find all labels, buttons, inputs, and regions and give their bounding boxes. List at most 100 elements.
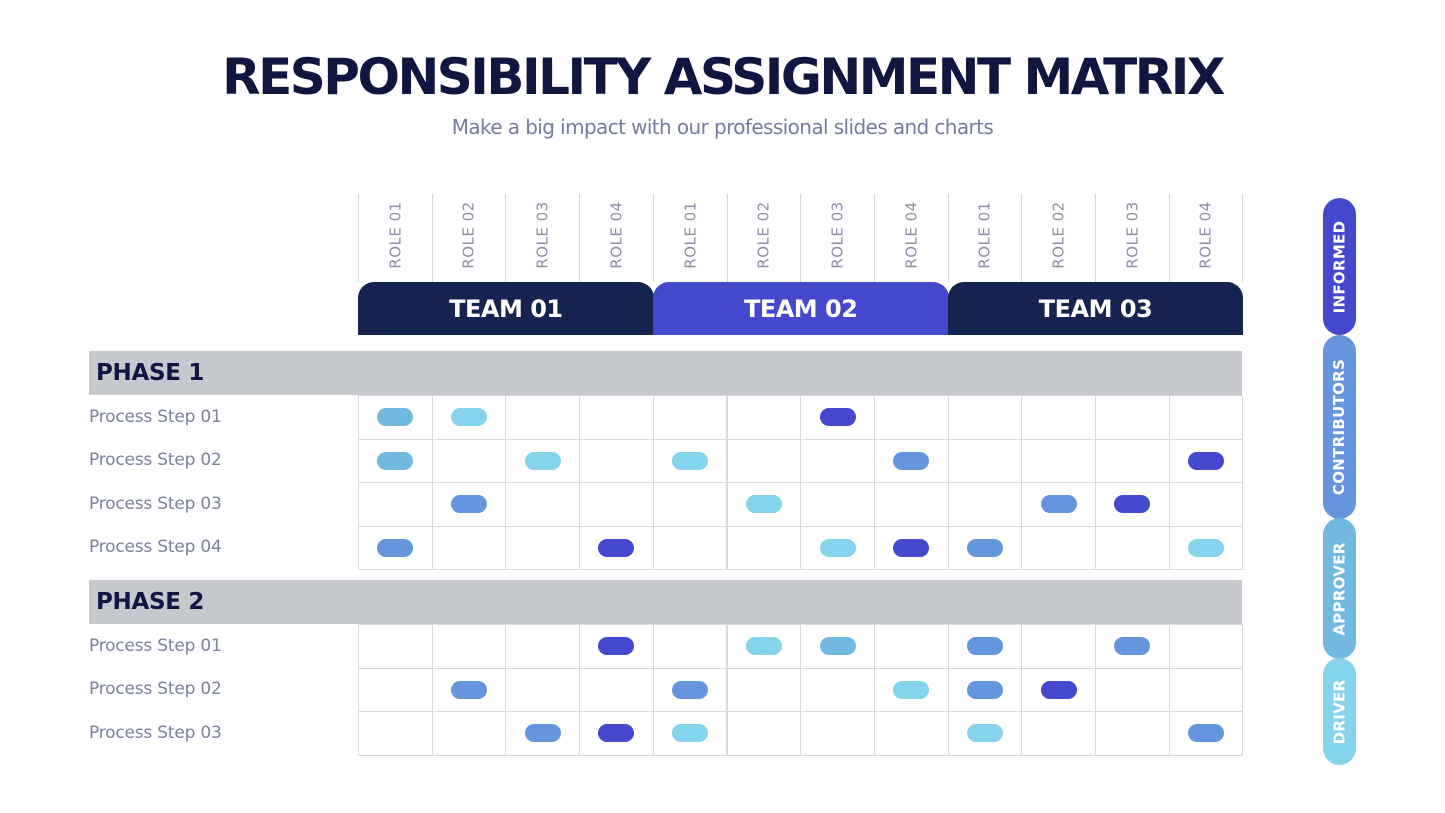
matrix-cell[interactable] bbox=[652, 395, 728, 440]
matrix-cell[interactable] bbox=[873, 711, 949, 756]
matrix-cell[interactable] bbox=[1168, 667, 1244, 712]
matrix-cell[interactable] bbox=[431, 395, 507, 440]
matrix-cell[interactable] bbox=[873, 438, 949, 483]
matrix-cell[interactable] bbox=[1168, 395, 1244, 440]
matrix-cell[interactable] bbox=[579, 438, 654, 483]
matrix-cell[interactable] bbox=[652, 711, 728, 756]
matrix-cell[interactable] bbox=[358, 667, 433, 712]
matrix-cell[interactable] bbox=[947, 525, 1023, 570]
matrix-cell[interactable] bbox=[358, 711, 433, 756]
team-header-1: TEAM 01 bbox=[358, 282, 654, 335]
matrix-cell[interactable] bbox=[579, 711, 654, 756]
matrix-cell[interactable] bbox=[1095, 525, 1170, 570]
matrix-cell[interactable] bbox=[579, 525, 654, 570]
matrix-cell[interactable] bbox=[726, 624, 802, 669]
role-label: ROLE 03 bbox=[1123, 201, 1142, 269]
matrix-cell[interactable] bbox=[358, 482, 433, 527]
matrix-cell[interactable] bbox=[579, 395, 654, 440]
role-header: ROLE 03 bbox=[505, 194, 579, 282]
matrix-cell[interactable] bbox=[726, 438, 802, 483]
matrix-cell[interactable] bbox=[1021, 482, 1096, 527]
assignment-marker-informed bbox=[1040, 680, 1077, 699]
matrix-cell[interactable] bbox=[1168, 482, 1244, 527]
matrix-cell[interactable] bbox=[505, 482, 581, 527]
matrix-cell[interactable] bbox=[1168, 525, 1244, 570]
process-step-label: Process Step 01 bbox=[89, 406, 222, 427]
matrix-cell[interactable] bbox=[505, 438, 581, 483]
matrix-cell[interactable] bbox=[1095, 624, 1170, 669]
matrix-cell[interactable] bbox=[1168, 438, 1244, 483]
assignment-marker-driver bbox=[966, 724, 1003, 743]
matrix-cell[interactable] bbox=[947, 395, 1023, 440]
matrix-cell[interactable] bbox=[652, 525, 728, 570]
matrix-cell[interactable] bbox=[873, 482, 949, 527]
legend-label: APPROVER bbox=[1330, 541, 1349, 636]
matrix-cell[interactable] bbox=[947, 667, 1023, 712]
matrix-cell[interactable] bbox=[1095, 711, 1170, 756]
matrix-cell[interactable] bbox=[431, 711, 507, 756]
matrix-cell[interactable] bbox=[652, 624, 728, 669]
matrix-cell[interactable] bbox=[505, 711, 581, 756]
matrix-cell[interactable] bbox=[431, 624, 507, 669]
matrix-cell[interactable] bbox=[1168, 711, 1244, 756]
matrix-cell[interactable] bbox=[726, 395, 802, 440]
matrix-cell[interactable] bbox=[652, 482, 728, 527]
matrix-cell[interactable] bbox=[873, 525, 949, 570]
matrix-cell[interactable] bbox=[800, 525, 875, 570]
phase-header: PHASE 2 bbox=[89, 580, 1242, 624]
matrix-cell[interactable] bbox=[358, 624, 433, 669]
matrix-cell[interactable] bbox=[800, 711, 875, 756]
matrix-cell[interactable] bbox=[726, 667, 802, 712]
assignment-marker-driver bbox=[672, 724, 709, 743]
matrix-cell[interactable] bbox=[431, 482, 507, 527]
team-header-2: TEAM 02 bbox=[652, 282, 949, 335]
matrix-cell[interactable] bbox=[873, 624, 949, 669]
matrix-cell[interactable] bbox=[1168, 624, 1244, 669]
matrix-cell[interactable] bbox=[800, 482, 875, 527]
matrix-cell[interactable] bbox=[726, 525, 802, 570]
matrix-cell[interactable] bbox=[652, 667, 728, 712]
matrix-cell[interactable] bbox=[800, 395, 875, 440]
matrix-cell[interactable] bbox=[1095, 395, 1170, 440]
matrix-cell[interactable] bbox=[947, 482, 1023, 527]
matrix-cell[interactable] bbox=[1021, 395, 1096, 440]
matrix-cell[interactable] bbox=[358, 438, 433, 483]
matrix-cell[interactable] bbox=[947, 438, 1023, 483]
matrix-cell[interactable] bbox=[505, 667, 581, 712]
matrix-cell[interactable] bbox=[579, 624, 654, 669]
matrix-cell[interactable] bbox=[726, 711, 802, 756]
matrix-cell[interactable] bbox=[358, 395, 433, 440]
matrix-cell[interactable] bbox=[873, 667, 949, 712]
matrix-cell[interactable] bbox=[800, 667, 875, 712]
matrix-cell[interactable] bbox=[947, 624, 1023, 669]
matrix-cell[interactable] bbox=[873, 395, 949, 440]
assignment-marker-driver bbox=[893, 680, 930, 699]
role-label: ROLE 03 bbox=[828, 201, 847, 269]
matrix-cell[interactable] bbox=[505, 525, 581, 570]
matrix-cell[interactable] bbox=[1095, 667, 1170, 712]
matrix-cell[interactable] bbox=[505, 395, 581, 440]
matrix-cell[interactable] bbox=[1021, 624, 1096, 669]
matrix-cell[interactable] bbox=[579, 667, 654, 712]
matrix-cell[interactable] bbox=[579, 482, 654, 527]
assignment-marker-contributor bbox=[377, 538, 414, 557]
assignment-marker-approver bbox=[377, 408, 414, 427]
role-label: ROLE 01 bbox=[386, 201, 405, 269]
matrix-cell[interactable] bbox=[431, 438, 507, 483]
matrix-cell[interactable] bbox=[652, 438, 728, 483]
matrix-cell[interactable] bbox=[726, 482, 802, 527]
matrix-cell[interactable] bbox=[431, 667, 507, 712]
assignment-marker-informed bbox=[598, 538, 635, 557]
matrix-cell[interactable] bbox=[1021, 667, 1096, 712]
matrix-cell[interactable] bbox=[947, 711, 1023, 756]
matrix-cell[interactable] bbox=[1095, 438, 1170, 483]
matrix-cell[interactable] bbox=[1021, 711, 1096, 756]
matrix-cell[interactable] bbox=[431, 525, 507, 570]
matrix-cell[interactable] bbox=[1021, 438, 1096, 483]
matrix-cell[interactable] bbox=[505, 624, 581, 669]
matrix-cell[interactable] bbox=[800, 624, 875, 669]
matrix-cell[interactable] bbox=[1095, 482, 1170, 527]
matrix-cell[interactable] bbox=[1021, 525, 1096, 570]
matrix-cell[interactable] bbox=[800, 438, 875, 483]
matrix-cell[interactable] bbox=[358, 525, 433, 570]
